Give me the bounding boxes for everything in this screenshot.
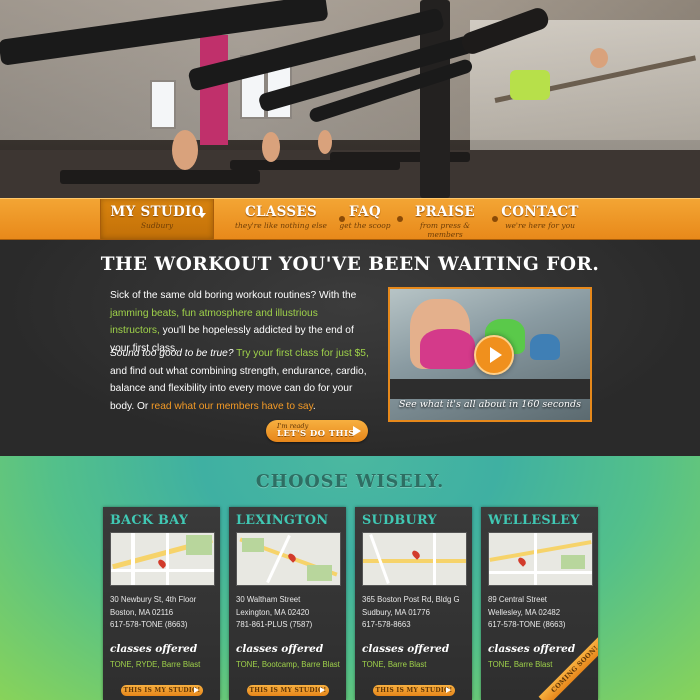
classes-offered-heading: classes offered: [488, 643, 576, 655]
reformer-machine: [60, 170, 260, 184]
location-card-sudbury: SUDBURY 365 Boston Post Rd, Bldg G Sudbu…: [355, 507, 472, 700]
map-street: [489, 571, 592, 574]
location-card-lexington: LEXINGTON 30 Waltham Street Lexington, M…: [229, 507, 346, 700]
nav-sublabel: get the scoop: [339, 221, 391, 230]
location-map[interactable]: [236, 532, 341, 586]
location-map[interactable]: [362, 532, 467, 586]
intro-section: THE WORKOUT YOU'VE BEEN WAITING FOR. Sic…: [0, 240, 700, 456]
classes-list: TONE, Barre Blast: [362, 660, 427, 669]
video-caption: See what it's all about in 160 seconds: [398, 399, 581, 410]
location-address: 30 Waltham Street Lexington, MA 02420 78…: [236, 594, 312, 632]
address-line: 30 Newbury St, 4th Floor: [110, 595, 197, 604]
athlete-foot: [172, 130, 198, 170]
location-phone: 617-578-TONE (8663): [110, 620, 188, 629]
nav-sublabel: Sudbury: [140, 221, 174, 230]
map-street: [166, 533, 169, 585]
address-line: 89 Central Street: [488, 595, 547, 604]
location-phone: 617-578-TONE (8663): [488, 620, 566, 629]
nav-label: CONTACT: [501, 204, 579, 220]
nav-label: MY STUDIO: [110, 204, 204, 220]
nav-separator-dot: [492, 216, 498, 222]
nav-classes[interactable]: CLASSES they're like nothing else: [222, 199, 340, 239]
location-phone: 781-861-PLUS (7587): [236, 620, 313, 629]
arrow-right-icon: [353, 426, 361, 436]
map-street: [131, 533, 135, 585]
offer-question: Sound too good to be true?: [110, 348, 234, 359]
classes-offered-heading: classes offered: [362, 643, 450, 655]
nav-sublabel: from press & members: [420, 221, 470, 239]
video-machines: [390, 379, 590, 399]
map-street: [266, 534, 291, 584]
classes-list: TONE, RYDE, Barre Blast: [110, 660, 201, 669]
nav-label: CLASSES: [244, 204, 318, 220]
location-map[interactable]: [110, 532, 215, 586]
location-card-back-bay: BACK BAY 30 Newbury St, 4th Floor Boston…: [103, 507, 220, 700]
address-city: Lexington, MA 02420: [236, 607, 310, 617]
location-address: 30 Newbury St, 4th Floor Boston, MA 0211…: [110, 594, 196, 632]
pink-pillar: [200, 35, 228, 145]
location-address: 89 Central Street Wellesley, MA 02482 61…: [488, 594, 565, 632]
address-city: Sudbury, MA 01776: [362, 607, 430, 617]
chevron-down-icon: [198, 213, 206, 218]
select-studio-button[interactable]: THIS IS MY STUDIO!: [247, 685, 329, 696]
intro-text: Sick of the same old boring workout rout…: [110, 290, 357, 301]
cta-label: LET'S DO THIS: [277, 429, 355, 439]
location-phone: 617-578-8663: [362, 620, 411, 629]
map-street: [433, 533, 436, 585]
address-line: 30 Waltham Street: [236, 595, 301, 604]
athlete-foot: [318, 130, 332, 154]
locations-heading: CHOOSE WISELY.: [255, 472, 445, 492]
first-class-link[interactable]: Try your first class for just $5,: [233, 348, 369, 359]
video-person: [420, 329, 475, 369]
testimonials-link[interactable]: read what our members have to say: [151, 401, 313, 412]
map-park: [561, 555, 585, 569]
main-nav: MY STUDIO Sudbury CLASSES they're like n…: [0, 198, 700, 241]
nav-sublabel: they're like nothing else: [235, 221, 327, 230]
nav-contact[interactable]: CONTACT we're here for you: [500, 199, 580, 239]
map-street: [111, 569, 214, 572]
nav-label: PRAISE: [415, 204, 475, 220]
athlete-shirt: [510, 70, 550, 100]
map-street: [534, 533, 537, 585]
page-headline: THE WORKOUT YOU'VE BEEN WAITING FOR.: [100, 254, 600, 275]
address-city: Boston, MA 02116: [110, 607, 174, 617]
nav-praise[interactable]: PRAISE from press & members: [403, 199, 487, 239]
location-name: SUDBURY: [362, 513, 437, 528]
offer-text: .: [312, 400, 316, 412]
location-name: WELLESLEY: [488, 513, 580, 528]
classes-list: TONE, Bootcamp, Barre Blast: [236, 660, 340, 669]
map-park: [307, 565, 332, 581]
location-name: LEXINGTON: [236, 513, 329, 528]
map-pin-icon: [516, 556, 528, 567]
select-studio-button[interactable]: THIS IS MY STUDIO!: [121, 685, 203, 696]
nav-my-studio[interactable]: MY STUDIO Sudbury: [100, 199, 214, 239]
location-address: 365 Boston Post Rd, Bldg G Sudbury, MA 0…: [362, 594, 460, 632]
offer-paragraph: Sound too good to be true? Try your firs…: [110, 345, 370, 415]
nav-sublabel: we're here for you: [505, 221, 575, 230]
play-icon[interactable]: [474, 335, 514, 375]
address-city: Wellesley, MA 02482: [488, 607, 561, 617]
athlete-head: [590, 48, 608, 68]
location-name: BACK BAY: [110, 513, 189, 528]
classes-offered-heading: classes offered: [236, 643, 324, 655]
address-line: 365 Boston Post Rd, Bldg G: [362, 595, 460, 604]
hero-photo: [0, 0, 700, 198]
nav-faq[interactable]: FAQ get the scoop: [336, 199, 394, 239]
select-studio-button[interactable]: THIS IS MY STUDIO!: [373, 685, 455, 696]
location-map[interactable]: [488, 532, 593, 586]
athlete-foot: [262, 132, 280, 162]
nav-label: FAQ: [349, 204, 381, 220]
locations-section: CHOOSE WISELY. BACK BAY 30 Newbury St, 4…: [0, 456, 700, 700]
classes-offered-heading: classes offered: [110, 643, 198, 655]
intro-video[interactable]: See what it's all about in 160 seconds: [388, 287, 592, 422]
map-park: [186, 535, 212, 555]
studio-window: [150, 80, 176, 129]
classes-list: TONE, Barre Blast: [488, 660, 553, 669]
video-person: [530, 334, 560, 360]
lets-do-this-button[interactable]: I'm ready LET'S DO THIS: [266, 420, 368, 442]
location-card-wellesley: WELLESLEY 89 Central Street Wellesley, M…: [481, 507, 598, 700]
map-park: [242, 538, 264, 552]
